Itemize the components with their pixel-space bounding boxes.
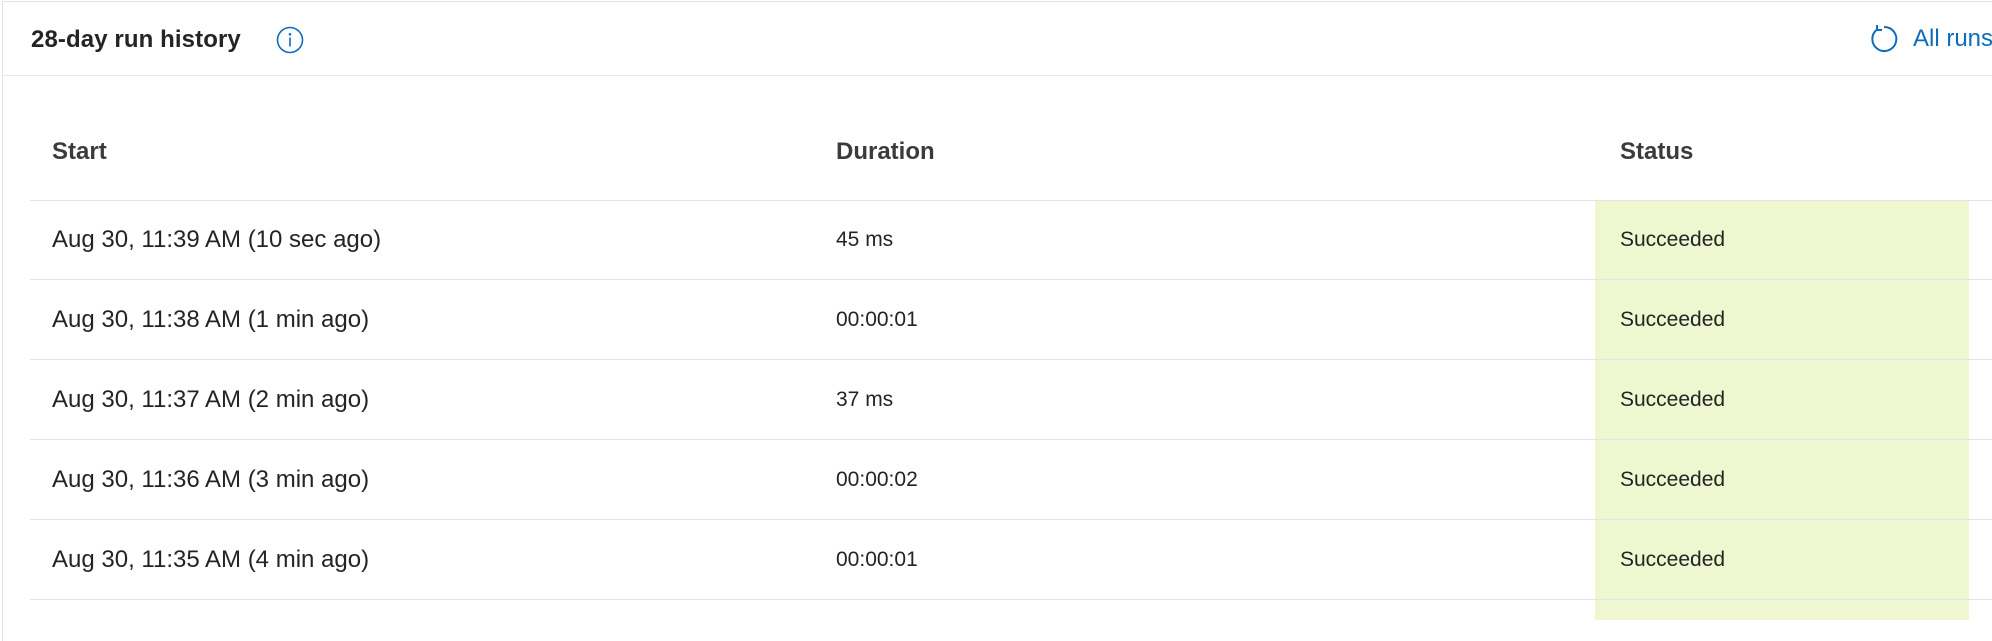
column-header-status[interactable]: Status [1620,138,1693,166]
start-cell: Aug 30, 11:38 AM (1 min ago) [52,306,370,333]
all-runs-button[interactable]: All runs [1867,22,1992,56]
table-row[interactable]: Aug 30, 11:39 AM (10 sec ago) 45 ms Succ… [30,200,1992,280]
column-header-duration[interactable]: Duration [836,138,935,166]
column-header-start[interactable]: Start [52,138,107,166]
status-cell: Succeeded [1620,388,1726,411]
start-cell: Aug 30, 11:37 AM (2 min ago) [52,386,370,413]
table-row[interactable]: Aug 30, 11:35 AM (4 min ago) 00:00:01 Su… [30,520,1992,600]
all-runs-label: All runs [1913,25,1992,52]
info-icon[interactable] [275,25,305,55]
duration-cell: 00:00:02 [836,468,918,491]
table-row[interactable]: Aug 30, 11:36 AM (3 min ago) 00:00:02 Su… [30,440,1992,520]
status-cell: Succeeded [1620,228,1726,251]
table-row[interactable]: Aug 30, 11:38 AM (1 min ago) 00:00:01 Su… [30,280,1992,360]
panel-title: 28-day run history [31,26,241,53]
duration-cell: 37 ms [836,388,894,411]
duration-cell: 00:00:01 [836,548,918,571]
status-cell: Succeeded [1620,548,1726,571]
table-row[interactable]: Aug 30, 11:37 AM (2 min ago) 37 ms Succe… [30,360,1992,440]
start-cell: Aug 30, 11:39 AM (10 sec ago) [52,226,382,253]
panel-header: 28-day run history All runs [3,2,1992,76]
start-cell: Aug 30, 11:35 AM (4 min ago) [52,546,370,573]
refresh-icon [1871,25,1898,52]
status-cell: Succeeded [1620,468,1726,491]
run-history-table: Aug 30, 11:39 AM (10 sec ago) 45 ms Succ… [30,200,1992,600]
duration-cell: 00:00:01 [836,308,918,331]
start-cell: Aug 30, 11:36 AM (3 min ago) [52,466,370,493]
duration-cell: 45 ms [836,228,894,251]
status-cell: Succeeded [1620,308,1726,331]
